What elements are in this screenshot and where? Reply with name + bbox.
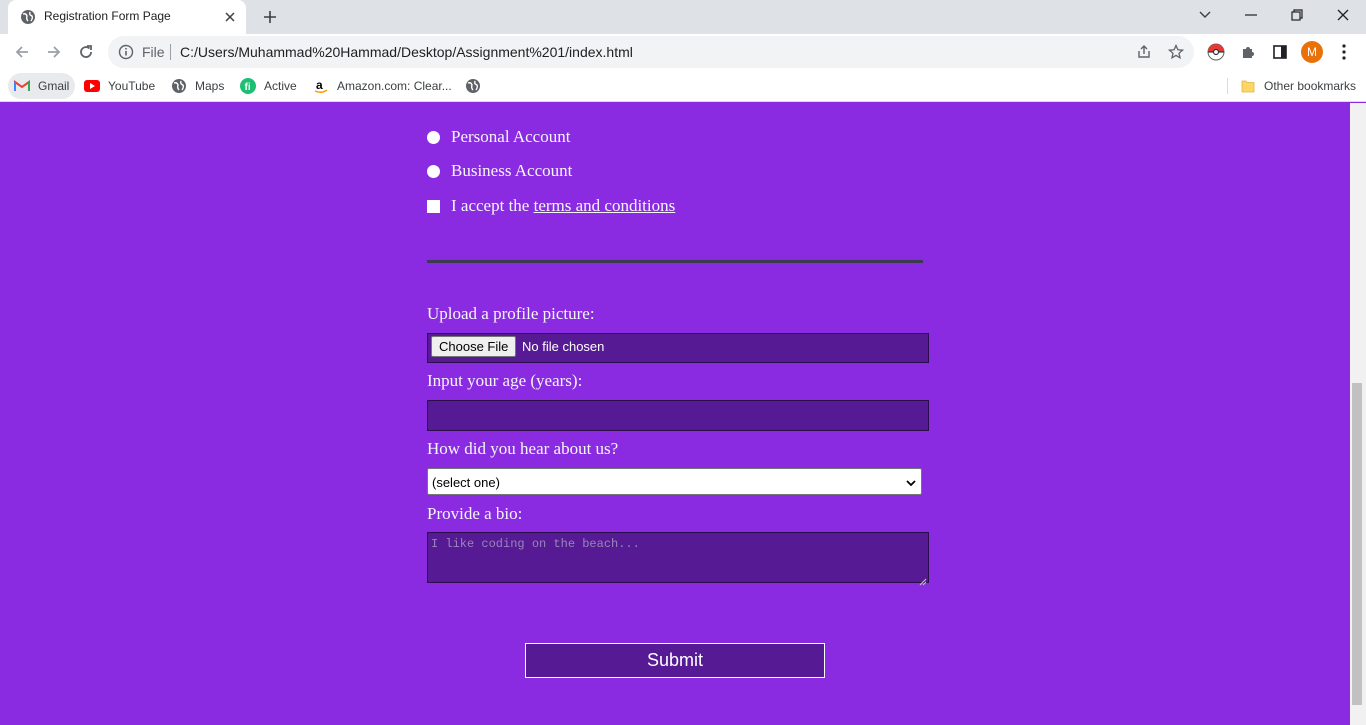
url-text[interactable]: C:/Users/Muhammad%20Hammad/Desktop/Assig… [180,44,633,60]
svg-text:a: a [316,78,323,92]
tab-strip: Registration Form Page [0,0,1366,34]
bio-label: Provide a bio: [427,504,523,523]
terms-link[interactable]: terms and conditions [534,196,676,216]
share-icon[interactable] [1136,44,1152,60]
tab-title: Registration Form Page [44,9,171,23]
business-account-radio[interactable] [427,164,440,178]
terms-option[interactable]: I accept the terms and conditions [427,196,675,216]
other-bookmarks[interactable]: Other bookmarks [1240,73,1356,99]
chevron-down-icon [905,476,917,488]
bookmark-globe[interactable] [465,73,489,99]
minimize-icon[interactable] [1228,0,1274,30]
personal-account-option[interactable]: Personal Account [427,127,570,147]
section-divider [427,260,923,263]
globe-icon [465,78,481,94]
bookmark-label: Amazon.com: Clear... [337,79,452,93]
upload-label: Upload a profile picture: [427,304,595,323]
referrer-label: How did you hear about us? [427,439,619,458]
file-status: No file chosen [522,339,605,354]
referrer-select[interactable]: (select one) [427,468,922,495]
info-icon[interactable] [118,44,134,60]
bio-textarea[interactable]: I like coding on the beach... [427,532,929,586]
bookmark-label: Maps [195,79,225,93]
bookmarks-bar: Gmail YouTube Maps fi Active a Amazon.co… [0,70,1366,102]
extensions-icon[interactable] [1238,42,1258,62]
amazon-icon: a [313,78,329,94]
resize-grip-icon[interactable] [919,573,927,586]
fiverr-icon: fi [240,78,256,94]
page-scrollbar[interactable] [1350,103,1366,725]
tab-search-icon[interactable] [1182,0,1228,30]
profile-picture-input[interactable]: Choose File No file chosen [427,333,929,363]
scrollbar-thumb[interactable] [1352,383,1362,705]
restore-icon[interactable] [1274,0,1320,30]
globe-icon [171,78,187,94]
referrer-selected: (select one) [432,475,500,490]
address-separator [170,44,171,60]
profile-avatar[interactable]: M [1301,41,1323,63]
forward-icon[interactable] [40,38,68,66]
reload-icon[interactable] [72,38,100,66]
address-bar[interactable]: File C:/Users/Muhammad%20Hammad/Desktop/… [108,36,1194,68]
bookmark-amazon[interactable]: a Amazon.com: Clear... [313,73,452,99]
youtube-icon [84,78,100,94]
bookmark-maps[interactable]: Maps [171,73,224,99]
gmail-icon [14,78,30,94]
personal-account-radio[interactable] [427,130,440,144]
bookmark-gmail[interactable]: Gmail [8,73,76,99]
bio-placeholder: I like coding on the beach... [431,537,640,551]
bookmark-label: Gmail [38,79,70,93]
back-icon[interactable] [8,38,36,66]
choose-file-button[interactable]: Choose File [431,336,517,357]
new-tab-button[interactable] [258,6,282,28]
business-account-option[interactable]: Business Account [427,161,572,181]
pokeball-extension-icon[interactable] [1206,42,1226,62]
close-window-icon[interactable] [1320,0,1366,30]
terms-checkbox[interactable] [427,199,440,213]
globe-icon [20,9,36,25]
svg-text:fi: fi [245,82,251,93]
scheme-label: File [142,44,165,60]
age-label: Input your age (years): [427,371,583,390]
other-bookmarks-label: Other bookmarks [1264,79,1357,93]
age-input[interactable] [427,400,929,431]
close-icon[interactable] [222,9,238,25]
bookmark-youtube[interactable]: YouTube [84,73,155,99]
business-account-label: Business Account [451,161,573,180]
browser-tab[interactable]: Registration Form Page [8,0,246,34]
browser-toolbar: File C:/Users/Muhammad%20Hammad/Desktop/… [0,34,1366,70]
menu-icon[interactable] [1334,42,1354,62]
personal-account-label: Personal Account [451,127,571,146]
bookmark-label: Active [264,79,297,93]
bookmark-active[interactable]: fi Active [240,73,297,99]
terms-prefix: I accept the [451,196,534,215]
bookmarks-separator [1227,78,1228,94]
bookmark-star-icon[interactable] [1167,43,1185,60]
bookmark-label: YouTube [108,79,156,93]
folder-icon [1240,78,1256,94]
submit-button[interactable]: Submit [525,643,825,678]
registration-page: Personal Account Business Account I acce… [0,103,1350,725]
side-panel-icon[interactable] [1270,42,1290,62]
